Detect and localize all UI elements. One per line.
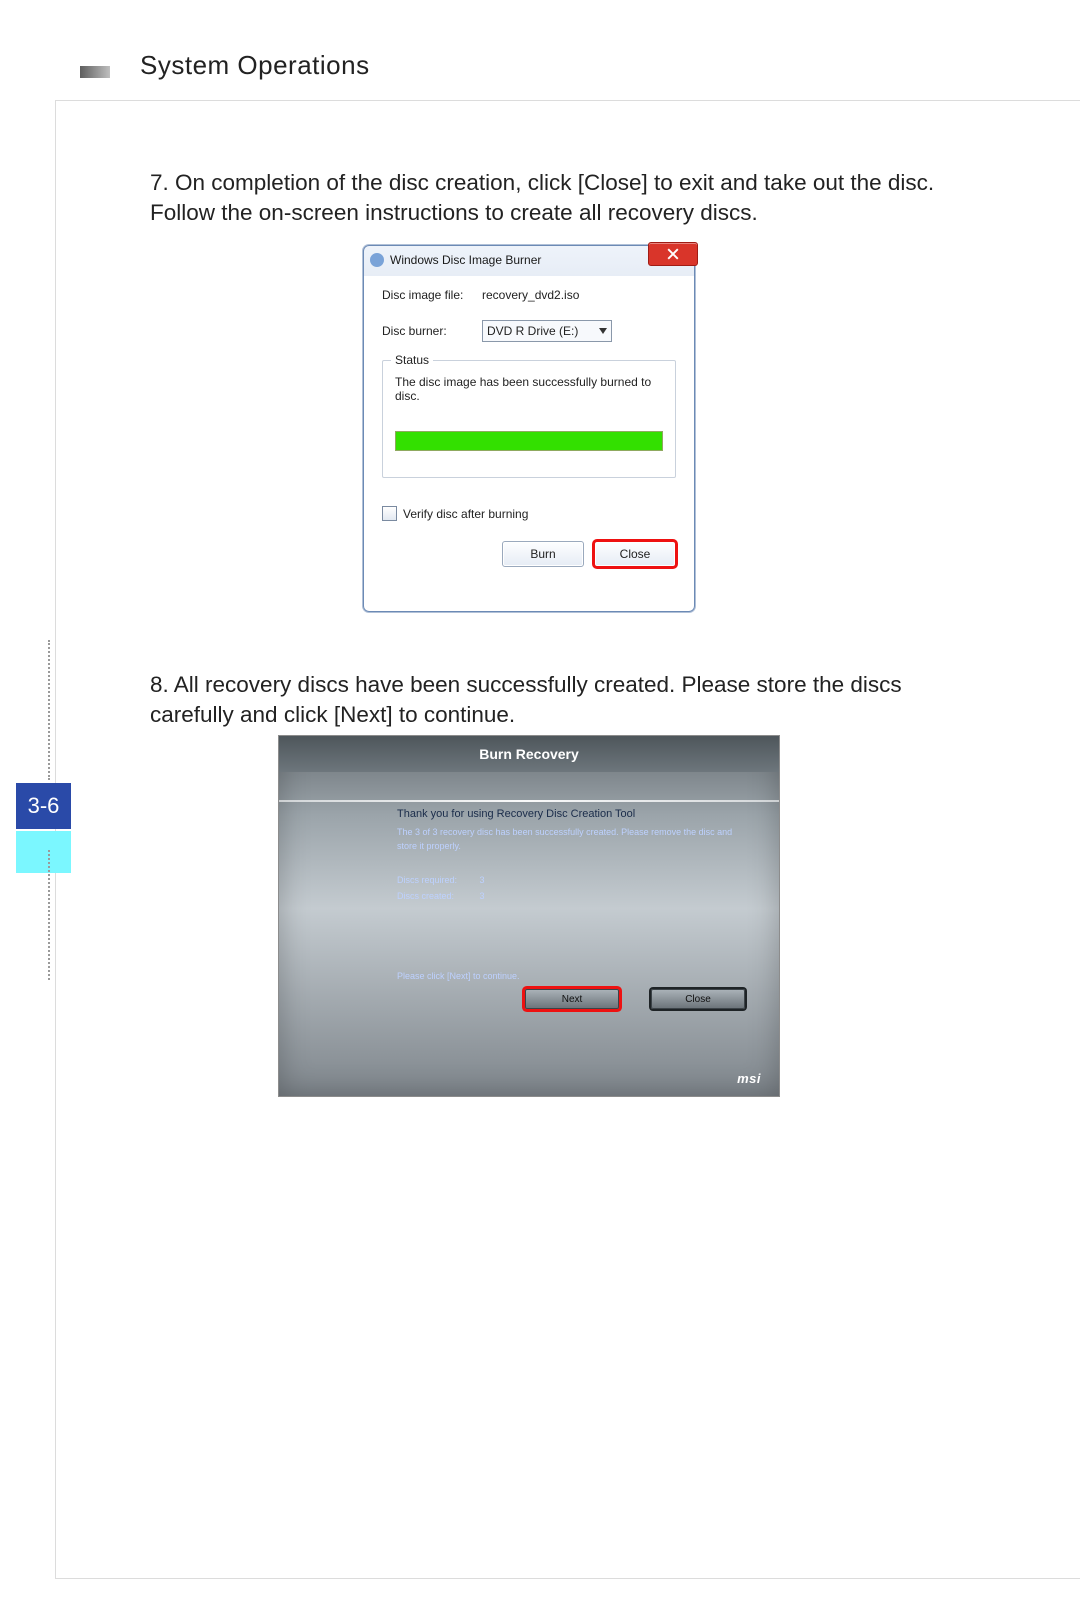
burn-button[interactable]: Burn [502, 541, 584, 567]
header-accent [80, 66, 110, 78]
close-button[interactable]: Close [594, 541, 676, 567]
burner-value: DVD R Drive (E:) [487, 324, 578, 338]
discs-created-label: Discs created: [397, 891, 477, 901]
msi-logo: msi [737, 1071, 761, 1086]
progress-bar [395, 431, 663, 451]
close-button[interactable]: Close [651, 989, 745, 1009]
file-value: recovery_dvd2.iso [482, 288, 676, 302]
discs-required-label: Discs required: [397, 875, 477, 885]
file-label: Disc image file: [382, 288, 482, 302]
status-text: The disc image has been successfully bur… [395, 375, 663, 403]
recovery-titlebar: Burn Recovery [279, 736, 779, 772]
status-legend: Status [391, 353, 433, 367]
step-7-text: 7. On completion of the disc creation, c… [150, 168, 970, 229]
continue-hint: Please click [Next] to continue. [397, 971, 751, 981]
thank-you-text: Thank you for using Recovery Disc Creati… [397, 808, 751, 820]
page-title: System Operations [140, 50, 370, 81]
burner-label: Disc burner: [382, 324, 482, 338]
side-dots [48, 850, 50, 980]
divider [279, 800, 779, 802]
side-dots [48, 640, 50, 780]
chevron-down-icon [599, 328, 607, 334]
dialog-title: Windows Disc Image Burner [390, 253, 541, 267]
disc-burner-dialog: Windows Disc Image Burner Disc image fil… [363, 245, 695, 612]
discs-created-value: 3 [480, 891, 485, 901]
side-accent [16, 831, 71, 873]
close-icon[interactable] [648, 242, 698, 266]
next-button[interactable]: Next [525, 989, 619, 1009]
status-group: Status The disc image has been successfu… [382, 360, 676, 478]
summary-text: The 3 of 3 recovery disc has been succes… [397, 826, 751, 853]
burner-select[interactable]: DVD R Drive (E:) [482, 320, 612, 342]
verify-label: Verify disc after burning [403, 507, 528, 521]
step-8-text: 8. All recovery discs have been successf… [150, 670, 970, 731]
discs-required-value: 3 [480, 875, 485, 885]
app-icon [370, 253, 384, 267]
verify-checkbox[interactable] [382, 506, 397, 521]
page-number-badge: 3-6 [16, 783, 71, 829]
dialog-titlebar: Windows Disc Image Burner [364, 246, 694, 274]
burn-recovery-dialog: Burn Recovery Thank you for using Recove… [278, 735, 780, 1097]
recovery-title: Burn Recovery [479, 746, 579, 762]
